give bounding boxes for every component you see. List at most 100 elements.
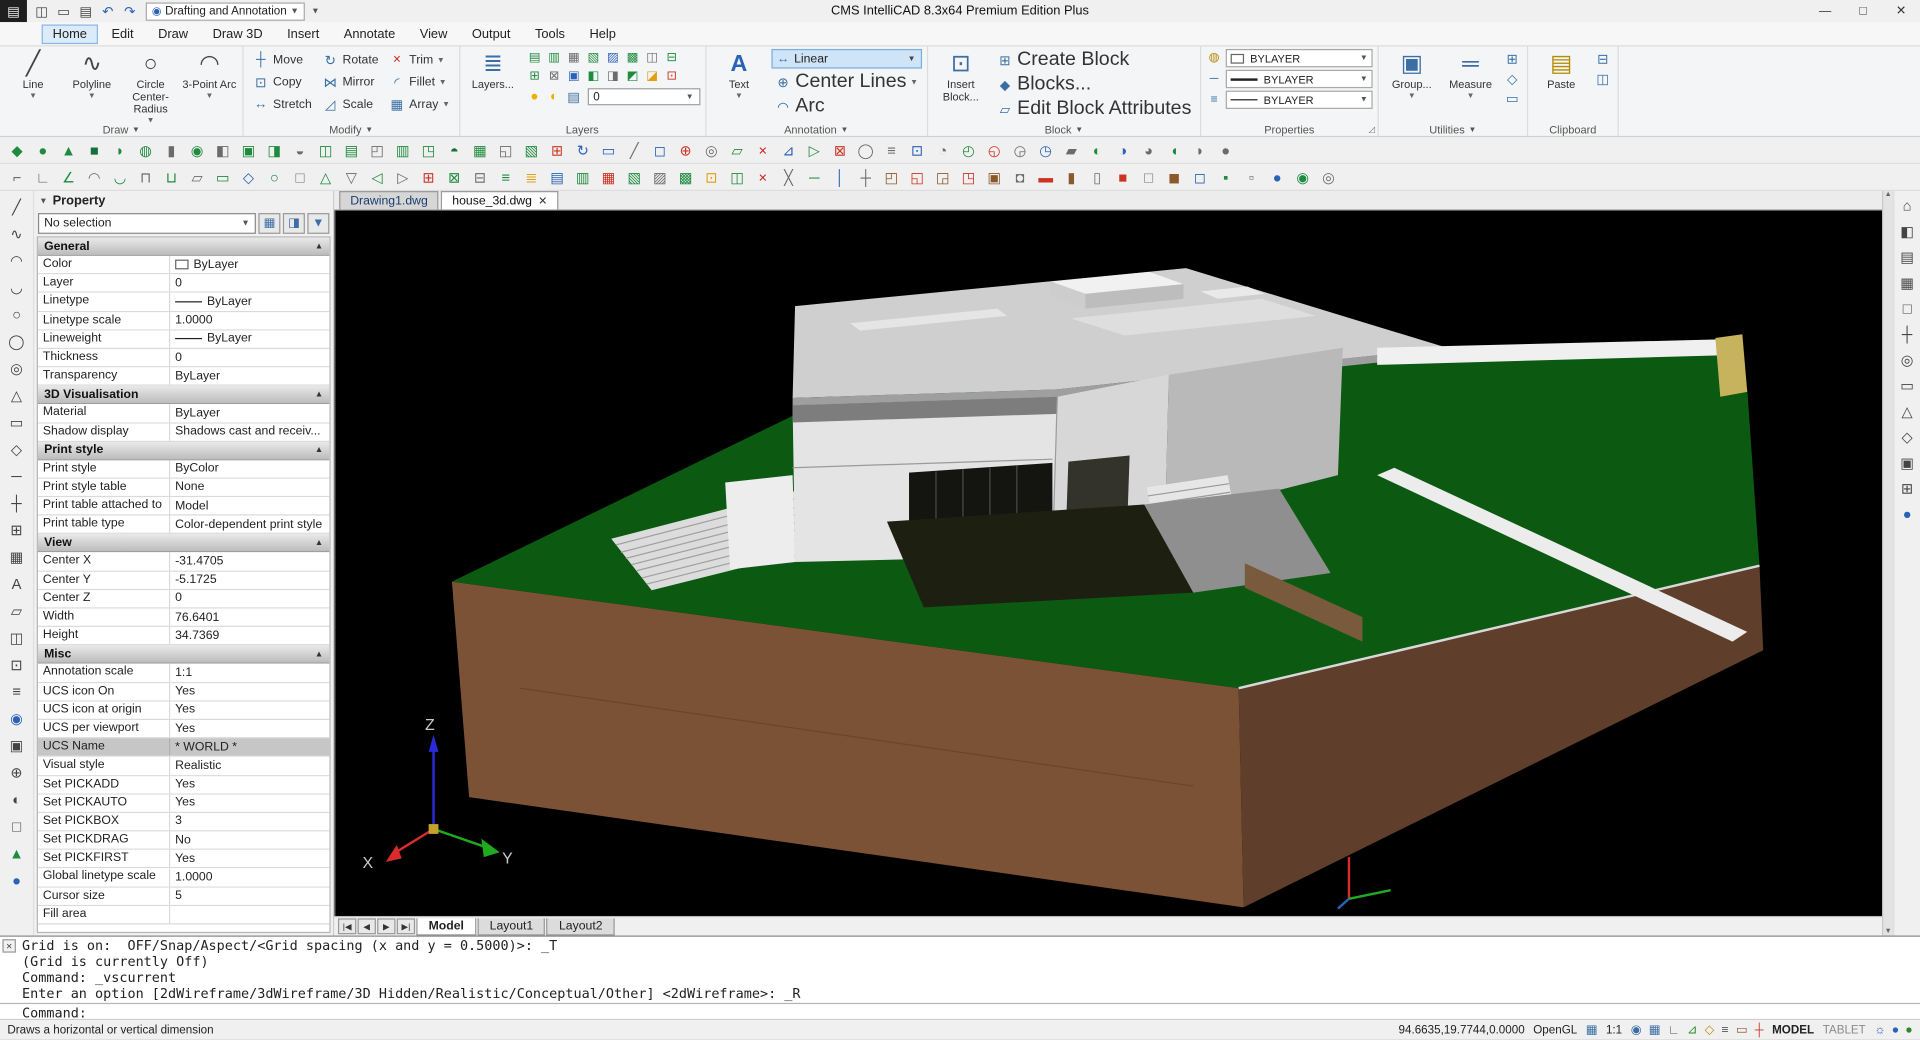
tool-icon[interactable]: ▣ <box>564 67 584 85</box>
tool-icon[interactable]: ▦ <box>468 138 492 161</box>
tool-icon[interactable]: ■ <box>82 138 106 161</box>
tool-icon[interactable]: ⊠ <box>442 165 466 188</box>
tool-icon[interactable]: ○ <box>262 165 286 188</box>
tool-icon[interactable]: ⊟ <box>662 49 682 67</box>
section-header-view[interactable]: View▲ <box>38 534 329 552</box>
tool-icon[interactable]: ● <box>1213 138 1237 161</box>
menu-help[interactable]: Help <box>578 24 627 44</box>
tool-icon[interactable]: ◍ <box>133 138 157 161</box>
snap-icon[interactable]: ◉ <box>1631 1023 1642 1036</box>
tab-layout2[interactable]: Layout2 <box>547 918 615 935</box>
coordinates-readout[interactable]: 94.6635,19.7744,0.0000 <box>1399 1023 1525 1036</box>
tool-icon[interactable]: △ <box>3 382 30 408</box>
property-value[interactable]: None <box>170 479 329 496</box>
tool-icon[interactable]: ◉ <box>185 138 209 161</box>
tool-icon[interactable]: ● <box>3 867 30 893</box>
tool-icon[interactable]: ◠ <box>3 247 30 273</box>
menu-output[interactable]: Output <box>461 24 522 44</box>
tool-icon[interactable]: ⊿ <box>776 138 800 161</box>
tool-icon[interactable]: ◫ <box>3 624 30 650</box>
link-icon[interactable]: ● <box>1892 1023 1899 1036</box>
tablet-toggle[interactable]: TABLET <box>1823 1023 1866 1036</box>
tool-icon[interactable]: ◫ <box>725 165 749 188</box>
property-row-color[interactable]: ColorByLayer <box>38 256 329 275</box>
tool-icon[interactable]: ⌂ <box>1895 193 1919 217</box>
tool-icon[interactable]: ◎ <box>3 355 30 381</box>
first-tab-button[interactable]: |◀ <box>338 918 356 934</box>
property-row-ucs-icon-on[interactable]: UCS icon OnYes <box>38 683 329 702</box>
center-lines-button[interactable]: ⊕Center Lines▼ <box>771 71 922 93</box>
tool-icon[interactable]: ○ <box>3 301 30 327</box>
property-value[interactable]: No <box>170 832 329 849</box>
rotate-button[interactable]: ↻Rotate <box>318 49 382 71</box>
tool-icon[interactable]: ● <box>1265 165 1289 188</box>
tool-icon[interactable]: ◕ <box>1136 138 1160 161</box>
tool-icon[interactable]: ≡ <box>493 165 517 188</box>
property-value[interactable]: 76.6401 <box>170 609 329 626</box>
tool-icon[interactable]: ◰ <box>879 165 903 188</box>
tool-icon[interactable]: ▭ <box>1895 373 1919 397</box>
insert-block-button[interactable]: ⊡ Insert Block... <box>933 49 989 103</box>
tool-icon[interactable]: ▣ <box>982 165 1006 188</box>
lineweight-combo[interactable]: BYLAYER▼ <box>1226 70 1373 88</box>
tool-icon[interactable]: ■ <box>1111 165 1135 188</box>
close-icon[interactable]: ✕ <box>2 939 15 952</box>
tool-icon[interactable]: ⊓ <box>133 165 157 188</box>
tool-icon[interactable]: ◇ <box>1502 69 1522 89</box>
tool-icon[interactable]: ┼ <box>3 490 30 516</box>
property-row-linetype[interactable]: LinetypeByLayer <box>38 293 329 312</box>
tool-icon[interactable]: ≣ <box>519 165 543 188</box>
property-row-print-table-attached-to[interactable]: Print table attached toModel <box>38 497 329 516</box>
tool-icon[interactable]: ╳ <box>776 165 800 188</box>
tool-icon[interactable]: ◲ <box>931 165 955 188</box>
tool-icon[interactable]: ◎ <box>1316 165 1340 188</box>
app-menu-button[interactable]: ▤ <box>0 0 27 22</box>
layers-manager-button[interactable]: ≣ Layers... <box>465 49 521 91</box>
panel-footer-block[interactable]: Block▼ <box>928 124 1200 136</box>
tool-icon[interactable]: ⊡ <box>905 138 929 161</box>
tool-icon[interactable]: ≡ <box>879 138 903 161</box>
property-value[interactable]: Model <box>170 497 329 514</box>
property-row-annotation-scale[interactable]: Annotation scale1:1 <box>38 664 329 683</box>
tool-icon[interactable]: ◓ <box>442 138 466 161</box>
tool-icon[interactable]: ▫ <box>1239 165 1263 188</box>
settings-icon[interactable]: ☼ <box>1874 1023 1885 1036</box>
property-value[interactable]: Yes <box>170 850 329 867</box>
tool-icon[interactable]: ▮ <box>1059 165 1083 188</box>
edit-block-attributes-button[interactable]: ▱Edit Block Attributes <box>993 98 1195 120</box>
bulb-icon[interactable]: ● <box>525 87 545 107</box>
property-value[interactable]: ByLayer <box>170 368 329 385</box>
sun-icon[interactable]: ◐ <box>544 87 564 107</box>
property-value[interactable]: ByLayer <box>170 404 329 421</box>
tool-icon[interactable]: ▽ <box>339 165 363 188</box>
paste-button[interactable]: ▤ Paste <box>1533 49 1589 91</box>
property-value[interactable]: Color-dependent print style <box>170 516 329 533</box>
property-row-ucs-per-viewport[interactable]: UCS per viewportYes <box>38 720 329 739</box>
undo-icon[interactable]: ↶ <box>98 1 118 21</box>
tool-icon[interactable]: ▲ <box>3 840 30 866</box>
blocks-button[interactable]: ◆Blocks... <box>993 73 1195 95</box>
select-objects-icon[interactable]: ◨ <box>283 213 305 234</box>
tool-icon[interactable]: ▦ <box>3 544 30 570</box>
tool-icon[interactable]: ▨ <box>603 49 623 67</box>
property-value[interactable]: ByLayer <box>170 330 329 347</box>
tool-icon[interactable]: ▥ <box>571 165 595 188</box>
property-value[interactable]: 0 <box>170 590 329 607</box>
property-row-set-pickbox[interactable]: Set PICKBOX3 <box>38 813 329 832</box>
tool-icon[interactable]: ▥ <box>544 49 564 67</box>
menu-draw-3d[interactable]: Draw 3D <box>202 24 274 44</box>
property-row-thickness[interactable]: Thickness0 <box>38 349 329 368</box>
tool-icon[interactable]: ◇ <box>1895 425 1919 449</box>
property-row-print-style[interactable]: Print styleByColor <box>38 460 329 479</box>
property-row-layer[interactable]: Layer0 <box>38 275 329 294</box>
panel-footer-modify[interactable]: Modify▼ <box>244 124 459 136</box>
property-value[interactable]: 5 <box>170 887 329 904</box>
tool-icon[interactable]: ◎ <box>1895 348 1919 372</box>
tool-icon[interactable]: ◯ <box>3 328 30 354</box>
tool-icon[interactable]: ∠ <box>56 165 80 188</box>
tool-icon[interactable]: ◱ <box>905 165 929 188</box>
text-button[interactable]: A Text ▼ <box>711 49 767 103</box>
tool-icon[interactable]: ⊞ <box>3 517 30 543</box>
property-value[interactable]: 0 <box>170 349 329 366</box>
tool-icon[interactable]: ▦ <box>1895 271 1919 295</box>
